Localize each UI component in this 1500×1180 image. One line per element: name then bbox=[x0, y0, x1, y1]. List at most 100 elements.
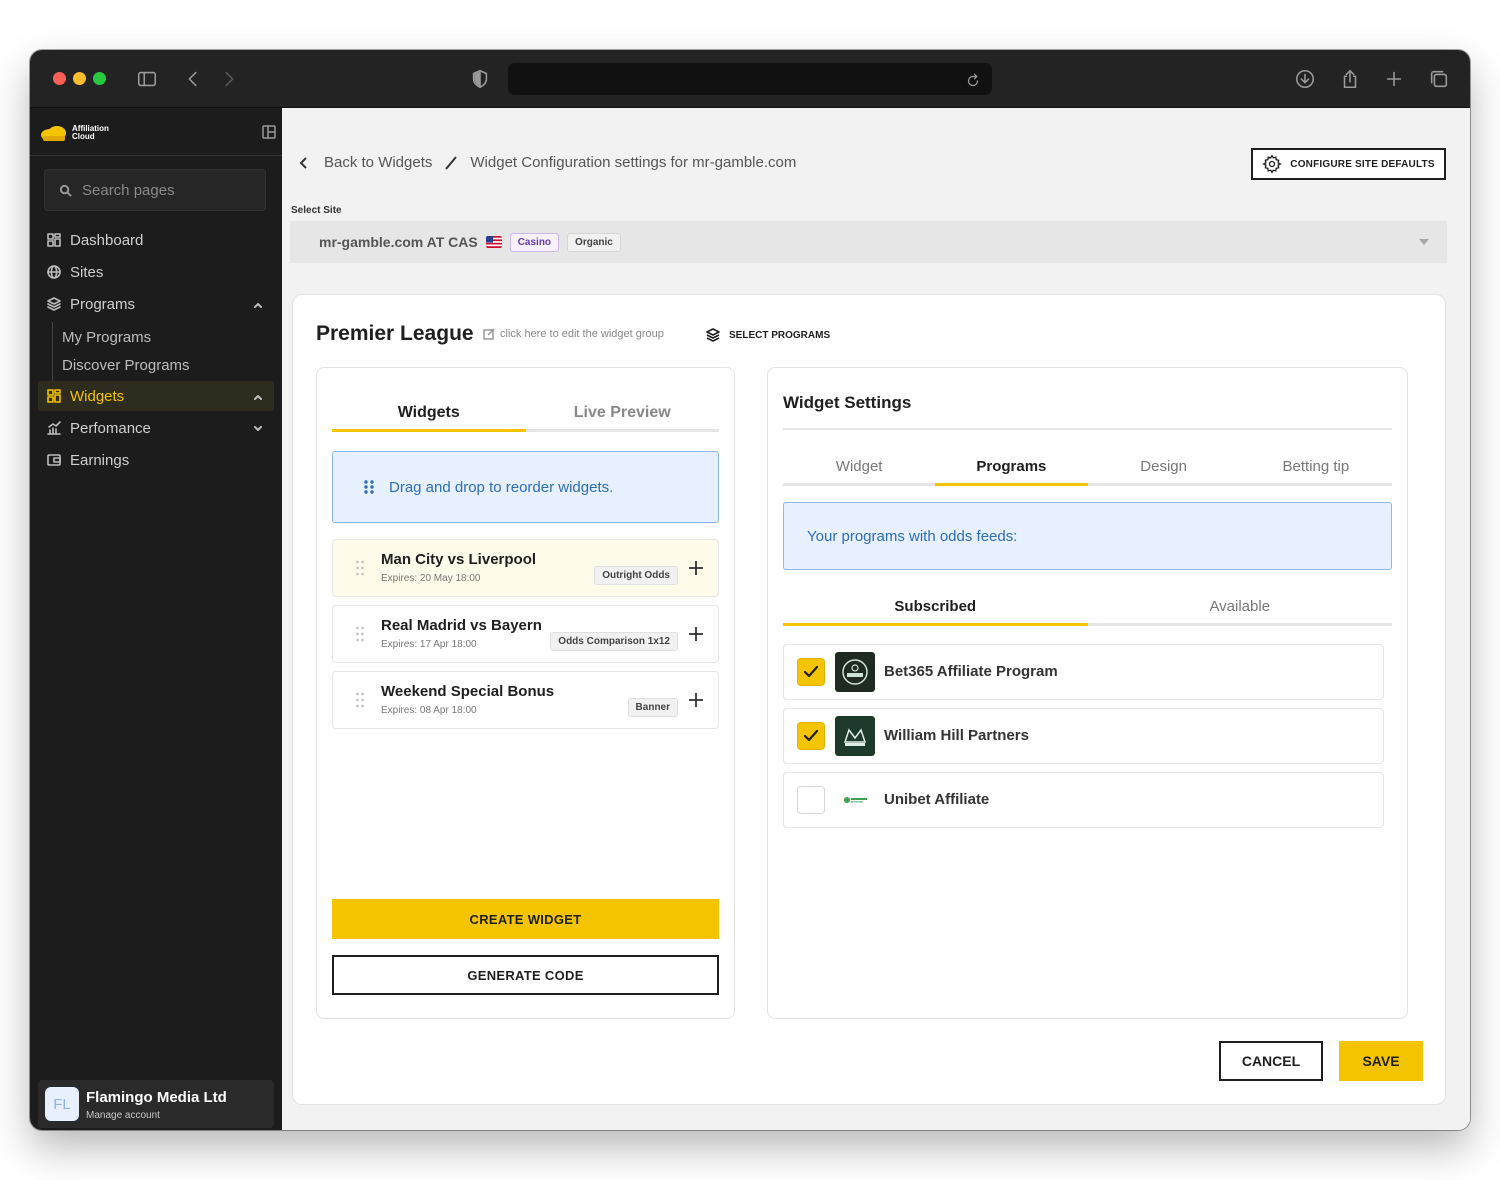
minimize-window-button[interactable] bbox=[73, 72, 86, 85]
widgets-tab-bar: Widgets Live Preview bbox=[332, 402, 719, 432]
maximize-window-button[interactable] bbox=[93, 72, 106, 85]
unibet-logo-icon bbox=[835, 780, 875, 820]
chevron-up-icon bbox=[252, 390, 264, 402]
reload-icon[interactable] bbox=[960, 68, 986, 94]
selected-site-name: mr-gamble.com AT CAS bbox=[319, 234, 478, 250]
organic-tag: Organic bbox=[567, 232, 621, 252]
program-name: Unibet Affiliate bbox=[884, 791, 990, 808]
dashboard-icon bbox=[47, 233, 61, 247]
program-row[interactable]: William Hill Partners bbox=[783, 708, 1384, 764]
sidebar-item-sites[interactable]: Sites bbox=[38, 257, 274, 287]
us-flag-icon bbox=[485, 236, 502, 248]
tab-overview-icon[interactable] bbox=[1426, 66, 1452, 92]
breadcrumb-current: Widget Configuration settings for mr-gam… bbox=[470, 154, 797, 171]
sidebar-item-widgets[interactable]: Widgets bbox=[38, 381, 274, 411]
tab-live-preview[interactable]: Live Preview bbox=[526, 402, 720, 429]
widget-type-tag: Outright Odds bbox=[594, 566, 678, 585]
add-icon[interactable] bbox=[688, 692, 704, 708]
cancel-button[interactable]: CANCEL bbox=[1219, 1041, 1323, 1081]
search-input[interactable] bbox=[82, 181, 252, 199]
account-card[interactable]: FL Flamingo Media Ltd Manage account bbox=[38, 1080, 274, 1128]
add-icon[interactable] bbox=[688, 626, 704, 642]
tab-betting-tip[interactable]: Betting tip bbox=[1240, 456, 1392, 483]
breadcrumb-separator-icon bbox=[444, 155, 458, 171]
layers-icon bbox=[706, 328, 720, 342]
widget-row[interactable]: Real Madrid vs Bayern Expires: 17 Apr 18… bbox=[332, 605, 719, 663]
select-programs-button[interactable]: SELECT PROGRAMS bbox=[705, 327, 830, 343]
sidebar-item-label: Perfomance bbox=[70, 419, 151, 437]
sidebar-item-label: Sites bbox=[70, 263, 104, 281]
widget-expiry: Expires: 20 May 18:00 bbox=[381, 573, 481, 584]
site-select[interactable]: mr-gamble.com AT CAS Casino Organic bbox=[290, 221, 1447, 263]
program-checkbox[interactable] bbox=[797, 786, 825, 814]
tab-available[interactable]: Available bbox=[1088, 598, 1393, 623]
search-box[interactable] bbox=[44, 169, 266, 211]
collapse-sidebar-icon[interactable] bbox=[262, 125, 276, 139]
widgets-panel: Widgets Live Preview Drag and drop to re… bbox=[316, 367, 735, 1019]
url-bar[interactable] bbox=[508, 63, 992, 95]
widget-expiry: Expires: 17 Apr 18:00 bbox=[381, 639, 477, 650]
create-widget-button[interactable]: CREATE WIDGET bbox=[332, 899, 719, 939]
sidebar-item-label: Programs bbox=[70, 295, 136, 313]
program-checkbox[interactable] bbox=[797, 722, 825, 750]
configure-site-defaults-label: CONFIGURE SITE DEFAULTS bbox=[1290, 158, 1435, 170]
tab-subscribed[interactable]: Subscribed bbox=[783, 598, 1088, 626]
select-site-label: Select Site bbox=[291, 205, 342, 216]
widget-row[interactable]: Man City vs Liverpool Expires: 20 May 18… bbox=[332, 539, 719, 597]
drag-handle-icon[interactable] bbox=[355, 625, 365, 643]
tab-widgets[interactable]: Widgets bbox=[332, 402, 526, 432]
drag-handle-icon[interactable] bbox=[355, 691, 365, 709]
drag-handle-icon bbox=[364, 480, 374, 494]
edit-widget-group-link[interactable]: click here to edit the widget group bbox=[483, 328, 664, 340]
add-icon[interactable] bbox=[688, 560, 704, 576]
sidebar-subitem-my-programs[interactable]: My Programs bbox=[62, 329, 151, 346]
widget-title: Man City vs Liverpool bbox=[381, 551, 537, 568]
program-row[interactable]: Unibet Affiliate bbox=[783, 772, 1384, 828]
tab-programs[interactable]: Programs bbox=[935, 456, 1088, 486]
back-to-widgets-link[interactable]: Back to Widgets bbox=[324, 154, 432, 171]
sidebar-item-programs[interactable]: Programs bbox=[38, 289, 274, 319]
tab-design[interactable]: Design bbox=[1088, 456, 1240, 483]
odds-feeds-info-text: Your programs with odds feeds: bbox=[807, 527, 1018, 545]
program-name: William Hill Partners bbox=[884, 727, 1029, 744]
settings-divider bbox=[783, 428, 1392, 430]
sidebar-item-perfomance[interactable]: Perfomance bbox=[38, 413, 274, 443]
browser-window: Affiliation Cloud Dashboard Sites Progra… bbox=[30, 50, 1470, 1130]
odds-feeds-info: Your programs with odds feeds: bbox=[783, 502, 1392, 570]
edit-hint-label: click here to edit the widget group bbox=[500, 328, 664, 340]
sidebar-toggle-icon[interactable] bbox=[134, 66, 160, 92]
program-row[interactable]: Bet365 Affiliate Program bbox=[783, 644, 1384, 700]
breadcrumb: Back to Widgets Widget Configuration set… bbox=[298, 154, 796, 171]
checkmark-icon bbox=[803, 729, 819, 742]
generate-code-button[interactable]: GENERATE CODE bbox=[332, 955, 719, 995]
checkmark-icon bbox=[803, 665, 819, 678]
sidebar-item-label: Widgets bbox=[70, 387, 125, 405]
cloud-logo-icon bbox=[41, 126, 66, 141]
drag-handle-icon[interactable] bbox=[355, 559, 365, 577]
widget-title: Weekend Special Bonus bbox=[381, 683, 555, 700]
dropdown-caret-icon bbox=[1419, 239, 1429, 245]
share-icon[interactable] bbox=[1337, 66, 1363, 92]
new-tab-plus-icon[interactable] bbox=[1381, 66, 1407, 92]
sidebar-item-dashboard[interactable]: Dashboard bbox=[38, 225, 274, 255]
search-icon bbox=[59, 184, 72, 197]
wallet-icon bbox=[47, 454, 61, 466]
widgets-icon bbox=[47, 389, 61, 403]
program-checkbox[interactable] bbox=[797, 658, 825, 686]
forward-arrow-icon[interactable] bbox=[216, 66, 242, 92]
tab-widget[interactable]: Widget bbox=[783, 456, 935, 483]
close-window-button[interactable] bbox=[53, 72, 66, 85]
save-button[interactable]: SAVE bbox=[1339, 1041, 1423, 1081]
bet365-logo-icon bbox=[835, 652, 875, 692]
shield-icon[interactable] bbox=[467, 66, 493, 92]
download-icon[interactable] bbox=[1292, 66, 1318, 92]
widget-row[interactable]: Weekend Special Bonus Expires: 08 Apr 18… bbox=[332, 671, 719, 729]
chart-icon bbox=[47, 421, 61, 435]
back-arrow-icon[interactable] bbox=[180, 66, 206, 92]
sidebar-subitem-discover-programs[interactable]: Discover Programs bbox=[62, 357, 190, 374]
chevron-left-icon[interactable] bbox=[298, 156, 310, 170]
configure-site-defaults-button[interactable]: CONFIGURE SITE DEFAULTS bbox=[1251, 148, 1446, 180]
sidebar-item-earnings[interactable]: Earnings bbox=[38, 445, 274, 475]
manage-account-link[interactable]: Manage account bbox=[86, 1110, 160, 1121]
brand-logo[interactable]: Affiliation Cloud bbox=[40, 122, 109, 144]
